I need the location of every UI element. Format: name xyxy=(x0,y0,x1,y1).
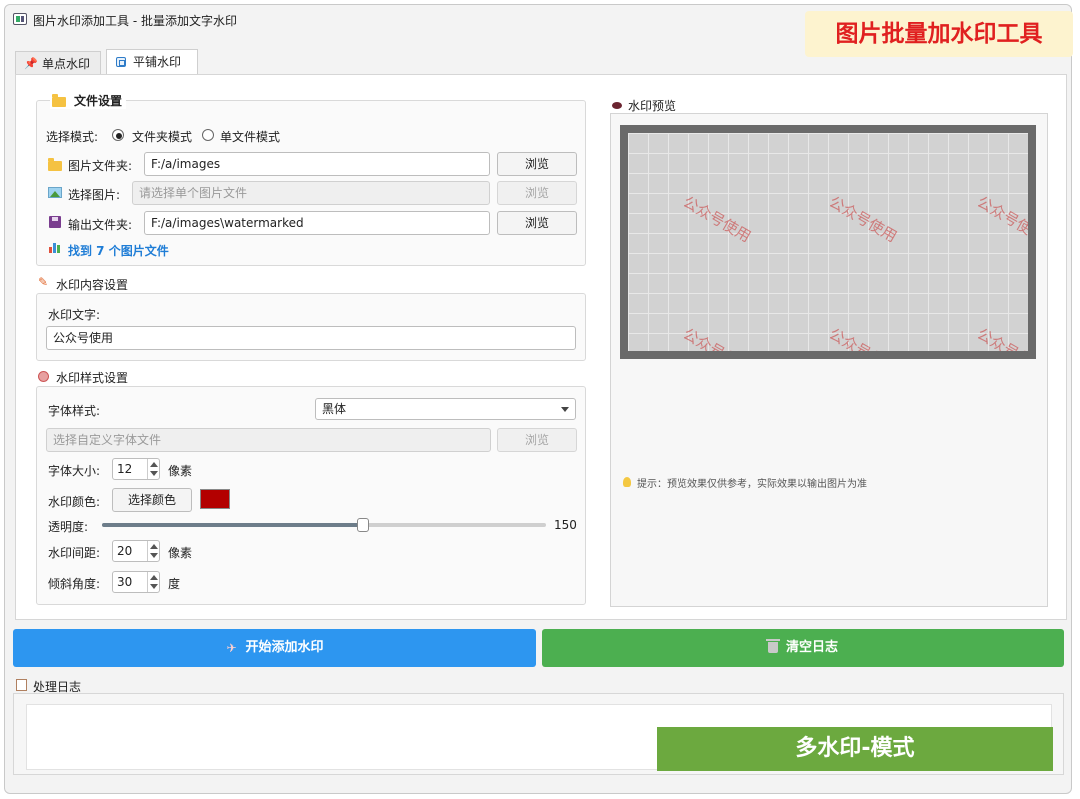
clear-log-button[interactable]: 清空日志 xyxy=(542,629,1064,667)
custom-font-input[interactable]: 选择自定义字体文件 xyxy=(46,428,491,452)
found-files-status: 找到 7 个图片文件 xyxy=(68,244,169,258)
group-title-text: 文件设置 xyxy=(74,94,123,108)
preview-title: 水印预览 xyxy=(628,99,677,113)
watermark-text-input[interactable]: 公众号使用 xyxy=(46,326,576,350)
pencil-icon: ✎ xyxy=(38,275,49,289)
preview-tip: 提示：预览效果仅供参考，实际效果以输出图片为准 xyxy=(637,479,867,490)
style-settings-title: 水印样式设置 xyxy=(56,371,129,385)
window-title: 图片水印添加工具 - 批量添加文字水印 xyxy=(33,14,237,28)
angle-value: 30 xyxy=(117,575,133,589)
tab-single-watermark[interactable]: 📌 单点水印 xyxy=(15,51,101,75)
font-style-label: 字体样式: xyxy=(48,404,101,418)
font-style-select[interactable]: 黑体 xyxy=(315,398,576,420)
preview-panel: 公众号使用 公众号使用 公众号使用 公众号使用 公众号使用 公众号使用 提示：预… xyxy=(610,113,1048,607)
chevron-down-icon[interactable] xyxy=(150,553,158,558)
watermark-text-label: 水印文字: xyxy=(48,308,101,322)
color-swatch[interactable] xyxy=(200,489,230,509)
log-icon xyxy=(16,679,27,691)
folder-icon xyxy=(52,94,66,107)
spin-buttons[interactable] xyxy=(147,572,159,592)
watermark-sample: 公众号使用 xyxy=(974,192,1036,246)
color-label: 水印颜色: xyxy=(48,495,101,509)
rocket-icon: ✈ xyxy=(226,640,237,655)
palette-icon xyxy=(38,371,49,382)
watermark-sample: 公众号使用 xyxy=(680,192,754,246)
image-icon xyxy=(48,187,62,198)
chevron-up-icon[interactable] xyxy=(150,462,158,467)
save-icon xyxy=(49,216,61,228)
font-size-label: 字体大小: xyxy=(48,464,101,478)
mode-label: 选择模式: xyxy=(46,130,99,144)
font-size-value: 12 xyxy=(117,462,133,476)
select-image-input[interactable]: 请选择单个图片文件 xyxy=(132,181,490,205)
image-folder-input[interactable]: F:/a/images xyxy=(144,152,490,176)
opacity-label: 透明度: xyxy=(48,520,89,534)
chevron-down-icon[interactable] xyxy=(150,584,158,589)
file-settings-title: 文件设置 xyxy=(50,93,127,109)
opacity-slider-fill xyxy=(102,523,364,527)
output-folder-label: 输出文件夹: xyxy=(68,218,133,232)
spacing-value: 20 xyxy=(117,544,133,558)
single-file-mode-radio[interactable] xyxy=(202,129,214,141)
spin-buttons[interactable] xyxy=(147,541,159,561)
browse-output-folder-button[interactable]: 浏览 xyxy=(497,211,577,235)
tile-icon xyxy=(116,57,126,67)
watermark-sample: 公众号使用 xyxy=(826,324,900,359)
content-settings-title: 水印内容设置 xyxy=(56,278,129,292)
pin-icon: 📌 xyxy=(24,57,38,70)
chevron-up-icon[interactable] xyxy=(150,544,158,549)
tab-tile-watermark[interactable]: 平铺水印 xyxy=(106,49,198,75)
watermark-sample: 公众号使用 xyxy=(680,324,754,359)
clear-button-label: 清空日志 xyxy=(785,640,838,655)
app-icon xyxy=(13,13,27,25)
folder-mode-radio[interactable] xyxy=(112,129,124,141)
image-folder-label: 图片文件夹: xyxy=(68,159,133,173)
spacing-unit: 像素 xyxy=(168,546,193,560)
single-file-mode-label[interactable]: 单文件模式 xyxy=(220,128,280,145)
eye-icon xyxy=(612,102,622,109)
mode-banner: 多水印-模式 xyxy=(657,727,1053,771)
select-image-label: 选择图片: xyxy=(68,188,121,202)
chevron-down-icon[interactable] xyxy=(150,471,158,476)
browse-image-button[interactable]: 浏览 xyxy=(497,181,577,205)
bar-chart-icon xyxy=(49,242,61,253)
tab-pane: 文件设置 选择模式: 文件夹模式 单文件模式 图片文件夹: F:/a/image… xyxy=(15,74,1067,620)
spin-buttons[interactable] xyxy=(147,459,159,479)
angle-spinbox[interactable]: 30 xyxy=(112,571,160,593)
folder-mode-label[interactable]: 文件夹模式 xyxy=(132,128,192,145)
spacing-spinbox[interactable]: 20 xyxy=(112,540,160,562)
browse-font-button[interactable]: 浏览 xyxy=(497,428,577,452)
chevron-down-icon xyxy=(561,407,569,412)
font-size-spinbox[interactable]: 12 xyxy=(112,458,160,480)
opacity-slider-handle[interactable] xyxy=(357,518,370,532)
spacing-label: 水印间距: xyxy=(48,546,101,560)
app-window: 图片水印添加工具 - 批量添加文字水印 📌 单点水印 平铺水印 文件设置 选择模… xyxy=(4,4,1073,794)
start-button-label: 开始添加水印 xyxy=(245,640,324,655)
folder-icon xyxy=(48,158,62,171)
output-folder-input[interactable]: F:/a/images\watermarked xyxy=(144,211,490,235)
watermark-sample: 公众号使用 xyxy=(974,324,1036,359)
browse-image-folder-button[interactable]: 浏览 xyxy=(497,152,577,176)
tab-label: 平铺水印 xyxy=(133,55,182,69)
opacity-value: 150 xyxy=(554,518,577,532)
chevron-up-icon[interactable] xyxy=(150,575,158,580)
tool-banner: 图片批量加水印工具 xyxy=(805,11,1073,57)
watermark-sample: 公众号使用 xyxy=(826,192,900,246)
font-size-unit: 像素 xyxy=(168,464,193,478)
angle-unit: 度 xyxy=(168,577,181,591)
start-watermark-button[interactable]: ✈ 开始添加水印 xyxy=(13,629,536,667)
lightbulb-icon xyxy=(623,477,631,487)
tab-label: 单点水印 xyxy=(42,57,91,71)
opacity-slider[interactable] xyxy=(102,523,546,527)
preview-canvas: 公众号使用 公众号使用 公众号使用 公众号使用 公众号使用 公众号使用 xyxy=(620,125,1036,359)
select-color-button[interactable]: 选择颜色 xyxy=(112,488,192,512)
font-style-value: 黑体 xyxy=(322,402,347,416)
angle-label: 倾斜角度: xyxy=(48,577,101,591)
trash-icon xyxy=(765,639,780,653)
